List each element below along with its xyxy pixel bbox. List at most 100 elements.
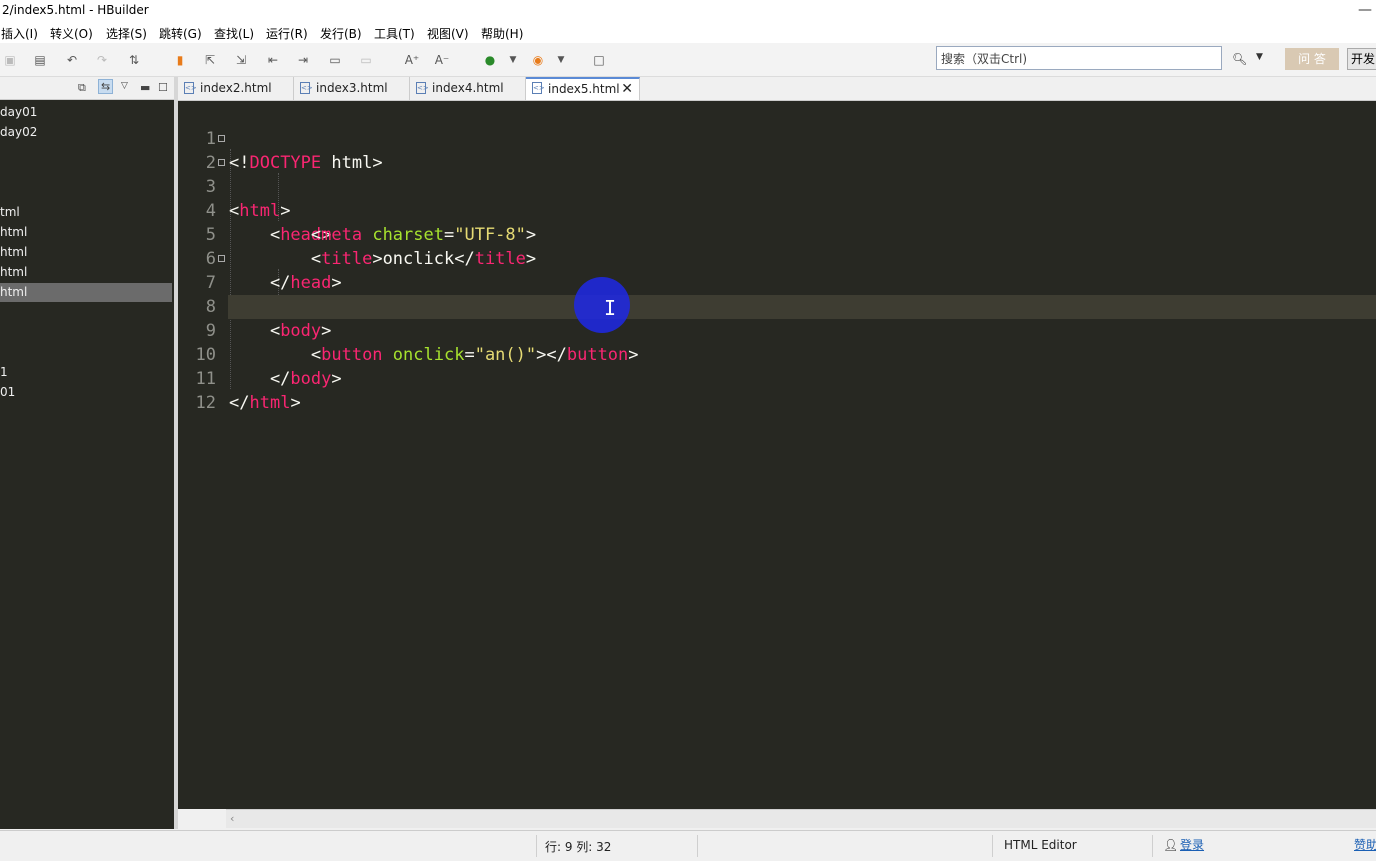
tree-item[interactable]: html — [0, 225, 27, 239]
fold-toggle-icon[interactable] — [218, 255, 225, 262]
status-divider — [992, 835, 993, 857]
menu-help[interactable]: 帮助(H) — [481, 25, 523, 42]
font-decrease-icon[interactable]: A⁻ — [434, 52, 450, 68]
tab-label: index5.html — [548, 82, 620, 96]
bookmark-icon[interactable]: ▮ — [172, 52, 188, 68]
code-line: 5 <title>onclick</title> — [178, 199, 1376, 269]
cursor-position: 行: 9 列: 32 — [545, 840, 612, 854]
code-line: 4 <meta charset="UTF-8"> — [178, 175, 1376, 245]
text-cursor-icon: I — [604, 296, 617, 320]
html-file-icon: <> — [416, 82, 429, 94]
code-line: 6 </head> — [178, 223, 1376, 293]
tree-item[interactable]: 01 — [0, 385, 15, 399]
menu-tools[interactable]: 工具(T) — [374, 25, 415, 42]
save-icon[interactable]: ▣ — [2, 52, 18, 68]
user-icon: 👤︎ — [1163, 838, 1179, 852]
html-file-icon: <> — [184, 82, 197, 94]
developer-button[interactable]: 开发 — [1347, 48, 1376, 70]
code-line: 12 — [178, 367, 1376, 413]
status-divider — [697, 835, 698, 857]
menu-view[interactable]: 视图(V) — [427, 25, 469, 42]
new-file-icon[interactable]: ● — [482, 52, 498, 68]
scroll-left-icon[interactable]: ‹ — [230, 812, 234, 825]
minimize-panel-icon[interactable]: ▬ — [140, 81, 150, 94]
uncomment-icon[interactable]: ▭ — [358, 52, 374, 68]
code-line: 2 <html> — [178, 127, 1376, 221]
code-line: 3 <head> — [178, 151, 1376, 245]
browser-dropdown-icon[interactable]: ▼ — [553, 52, 569, 68]
search-dropdown-icon[interactable]: ▼ — [1256, 52, 1263, 62]
login-link[interactable]: 登录 — [1180, 836, 1204, 853]
menu-run[interactable]: 运行(R) — [266, 25, 308, 42]
tree-item[interactable]: html — [0, 245, 27, 259]
editor-tab-bar: <> index2.html <> index3.html <> index4.… — [178, 77, 1376, 101]
tab-label: index3.html — [316, 81, 388, 95]
comment-icon[interactable]: ▭ — [327, 52, 343, 68]
tab-label: index4.html — [432, 81, 504, 95]
code-line: 8 — [178, 271, 1376, 317]
line-number: 12 — [195, 393, 216, 413]
fold-toggle-icon[interactable] — [218, 135, 225, 142]
tree-item[interactable]: day02 — [0, 125, 37, 139]
collapse-all-icon[interactable]: ⧉ — [78, 81, 86, 95]
menu-goto[interactable]: 跳转(G) — [159, 25, 202, 42]
minimize-icon[interactable]: — — [1358, 2, 1372, 18]
fold-toggle-icon[interactable] — [218, 159, 225, 166]
status-divider — [536, 835, 537, 857]
tree-item[interactable]: day01 — [0, 105, 37, 119]
status-bar: 行: 9 列: 32 HTML Editor 👤︎ 登录 赞助 — [0, 830, 1376, 861]
menu-escape[interactable]: 转义(O) — [50, 25, 93, 42]
code-line-current: 9 <button onclick="an()"></button> — [178, 295, 1376, 365]
tree-item[interactable]: tml — [0, 205, 20, 219]
indent-left-icon[interactable]: ⇤ — [265, 52, 281, 68]
view-menu-icon[interactable]: ▽ — [121, 81, 128, 91]
ask-button[interactable]: 问 答 — [1285, 48, 1339, 70]
tree-item[interactable]: 1 — [0, 365, 8, 379]
title-bar: 2/index5.html - HBuilder — — [0, 0, 1376, 22]
menu-bar: 插入(I) 转义(O) 选择(S) 跳转(G) 查找(L) 运行(R) 发行(B… — [0, 22, 1376, 43]
toolbar: ▣ ▤ ↶ ↷ ⇅ ▮ ⇱ ⇲ ⇤ ⇥ ▭ ▭ A⁺ A⁻ ● ▼ ◉ ▼ □ … — [0, 43, 1376, 77]
browser-icon[interactable]: ◉ — [530, 52, 546, 68]
format-icon[interactable]: ⇅ — [126, 52, 142, 68]
tab-index4[interactable]: <> index4.html — [410, 77, 526, 100]
menu-publish[interactable]: 发行(B) — [320, 25, 362, 42]
search-input[interactable]: 搜索（双击Ctrl) — [936, 46, 1222, 70]
tab-index5[interactable]: <> index5.html ✕ — [526, 77, 640, 100]
explorer-header: ⧉ ⇆ ▽ ▬ ☐ — [0, 77, 174, 100]
code-line: 1 <!DOCTYPE html> — [178, 103, 1376, 173]
code-editor[interactable]: 1 <!DOCTYPE html> 2 <html> 3 <head> 4 <m… — [178, 101, 1376, 809]
tree-item[interactable]: html — [0, 265, 27, 279]
project-explorer: ⧉ ⇆ ▽ ▬ ☐ day01 day02 tml html html html… — [0, 77, 174, 829]
indent-right-icon[interactable]: ⇥ — [295, 52, 311, 68]
next-bookmark-icon[interactable]: ⇲ — [233, 52, 249, 68]
link-editor-icon[interactable]: ⇆ — [98, 79, 114, 94]
search-icon[interactable]: 🔍︎ — [1232, 52, 1247, 66]
prev-bookmark-icon[interactable]: ⇱ — [202, 52, 218, 68]
save-all-icon[interactable]: ▤ — [32, 52, 48, 68]
editor-mode: HTML Editor — [1004, 838, 1077, 852]
window-title: 2/index5.html - HBuilder — [2, 3, 149, 17]
preview-icon[interactable]: □ — [591, 52, 607, 68]
redo-icon[interactable]: ↷ — [94, 52, 110, 68]
font-increase-icon[interactable]: A⁺ — [404, 52, 420, 68]
tab-label: index2.html — [200, 81, 272, 95]
code-line: 10 </body> — [178, 319, 1376, 389]
code-text: </html> — [229, 393, 301, 413]
tab-index2[interactable]: <> index2.html — [178, 77, 294, 100]
maximize-panel-icon[interactable]: ☐ — [158, 81, 168, 94]
close-icon[interactable]: ✕ — [621, 79, 633, 99]
click-highlight — [574, 277, 630, 333]
tree-item-selected[interactable]: html — [0, 283, 172, 302]
new-file-dropdown-icon[interactable]: ▼ — [505, 52, 521, 68]
menu-insert[interactable]: 插入(I) — [1, 25, 38, 42]
html-file-icon: <> — [300, 82, 313, 94]
tab-index3[interactable]: <> index3.html — [294, 77, 410, 100]
undo-icon[interactable]: ↶ — [64, 52, 80, 68]
code-line: 11 </html> — [178, 343, 1376, 413]
status-divider — [1152, 835, 1153, 857]
horizontal-scrollbar[interactable]: ‹ — [226, 809, 1376, 828]
menu-find[interactable]: 查找(L) — [214, 25, 254, 42]
code-line: 7 <body> — [178, 247, 1376, 341]
menu-select[interactable]: 选择(S) — [106, 25, 147, 42]
sponsor-link[interactable]: 赞助 — [1354, 836, 1376, 853]
